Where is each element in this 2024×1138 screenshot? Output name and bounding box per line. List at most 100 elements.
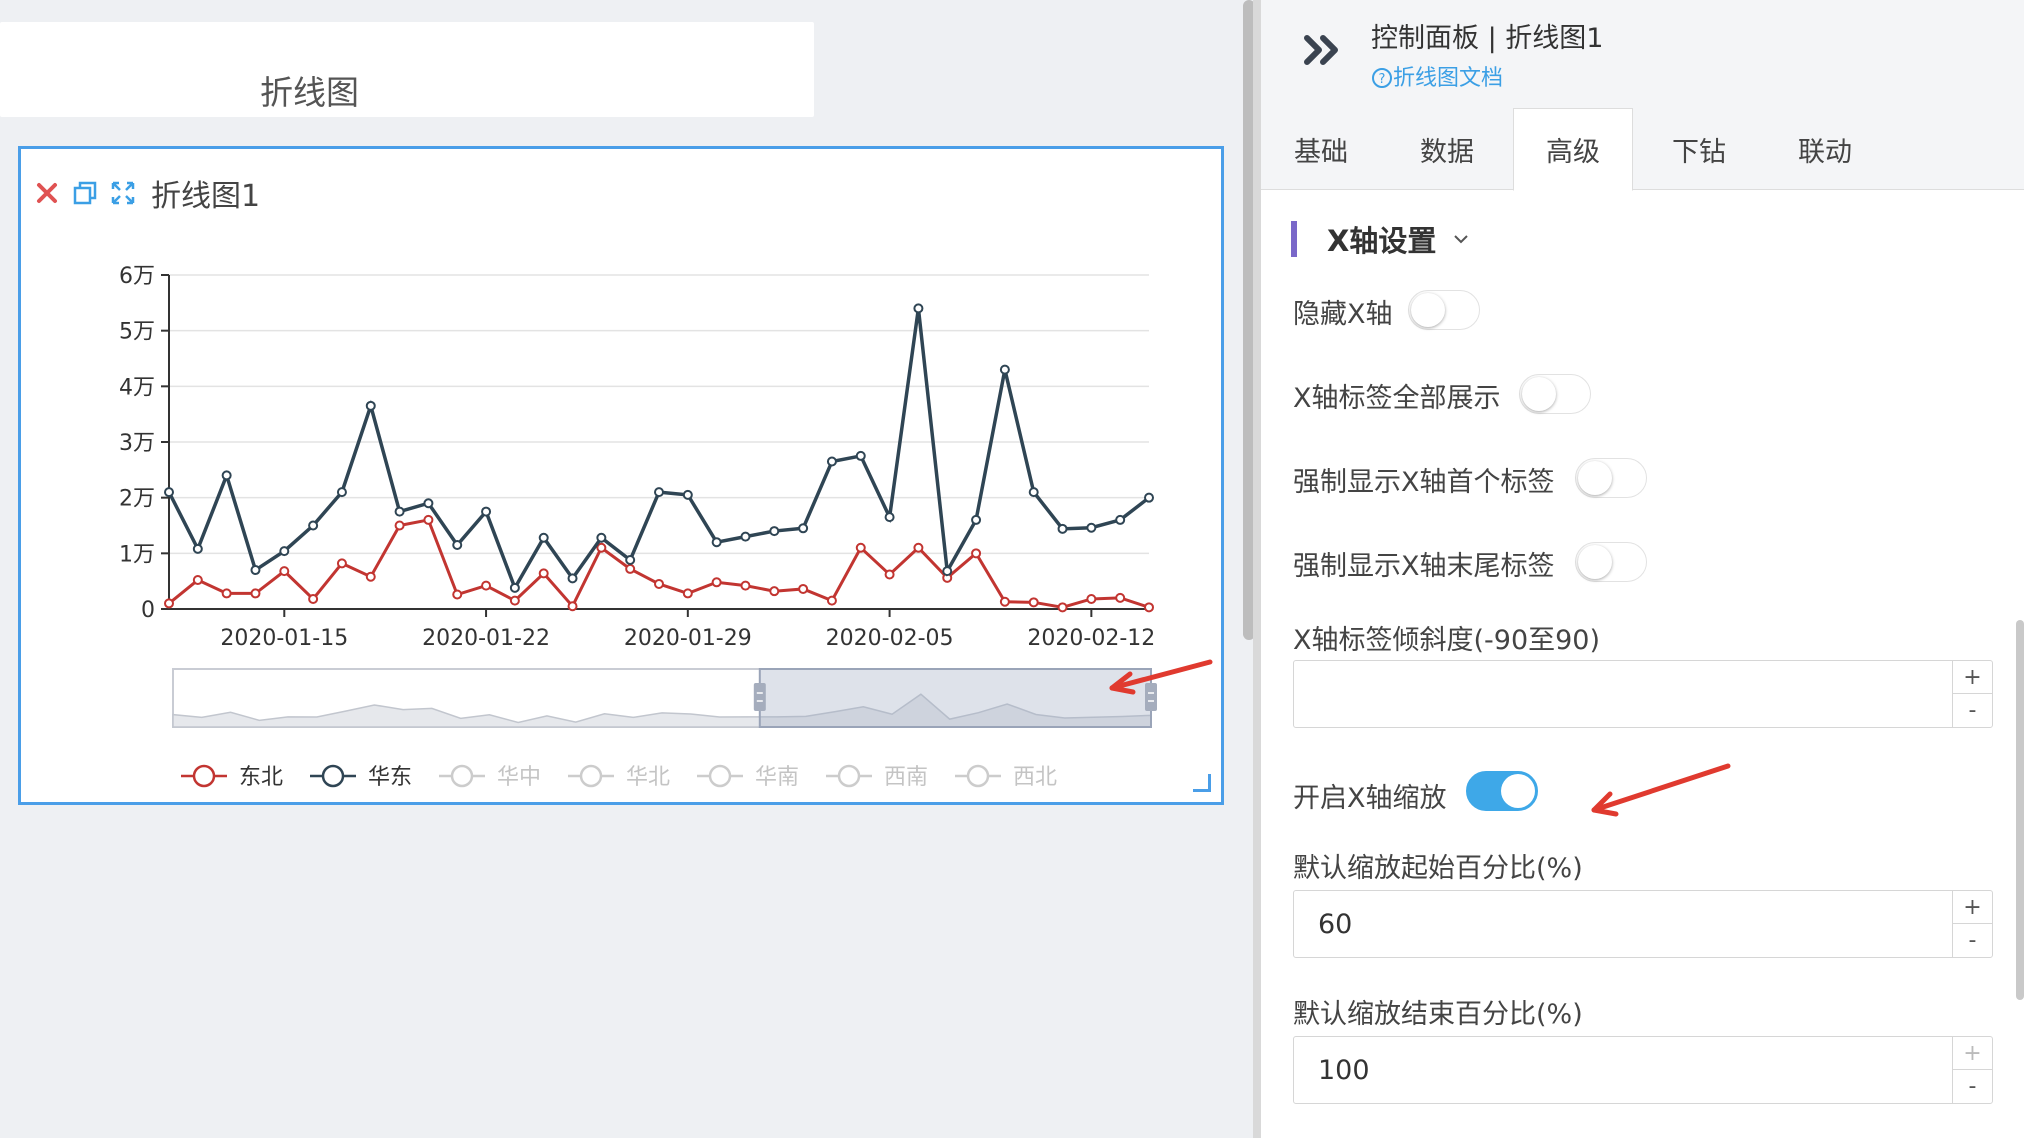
data-point (567, 601, 578, 612)
series-line-huadong (167, 308, 1151, 592)
tab-linkage[interactable]: 联动 (1765, 108, 1885, 190)
x-tick-label: 2020-02-05 (826, 626, 954, 651)
doc-link[interactable]: ? 折线图文档 (1371, 60, 1503, 92)
control-panel: 控制面板 | 折线图1 ? 折线图文档 基础 数据 高级 下钻 联动 X轴设置 … (1261, 0, 2024, 1138)
chart-card[interactable]: 折线图1 0 1万 2万 3万 4万 5万 6万 2020-01-15 2020-01-22 20… (18, 146, 1224, 805)
legend-item[interactable]: 华北 (626, 765, 670, 790)
resize-handle[interactable] (1193, 774, 1211, 792)
hide-x-axis-switch[interactable] (1408, 290, 1480, 330)
data-point (452, 589, 463, 600)
legend-marker (708, 764, 732, 788)
label-rotate-input[interactable]: + - (1293, 660, 1993, 728)
data-point (769, 586, 780, 597)
legend-marker (837, 764, 861, 788)
tab-basic[interactable]: 基础 (1261, 108, 1381, 190)
panel-header: 控制面板 | 折线图1 ? 折线图文档 (1261, 0, 2024, 108)
data-point (452, 539, 463, 550)
section-accent-bar (1291, 221, 1297, 257)
data-point (279, 546, 290, 557)
page-title-bar[interactable]: 折线图 (0, 22, 814, 117)
series-line-dongbei (168, 518, 1150, 609)
doc-link-label: 折线图文档 (1393, 66, 1504, 91)
data-point (826, 456, 837, 467)
switch-knob (1501, 774, 1535, 808)
tab-data[interactable]: 数据 (1387, 108, 1507, 190)
page-title: 折线图 (260, 73, 359, 112)
increment-button[interactable]: + (1953, 891, 1992, 924)
data-point (971, 514, 982, 525)
x-tick-label: 2020-01-22 (422, 626, 550, 651)
switch-knob (1522, 377, 1556, 411)
y-tick-label: 6万 (119, 264, 155, 289)
data-point (221, 588, 232, 599)
y-tick-label: 4万 (119, 375, 155, 400)
legend-marker (966, 764, 990, 788)
data-point (999, 596, 1010, 607)
zoom-start-value: 60 (1318, 909, 1353, 940)
show-all-labels-switch[interactable] (1519, 374, 1591, 414)
legend-marker (192, 764, 216, 788)
data-point (1028, 487, 1039, 498)
legend-item[interactable]: 东北 (239, 765, 283, 790)
data-point (913, 542, 924, 553)
data-point (164, 598, 174, 609)
question-circle-icon: ? (1372, 68, 1392, 88)
data-point (884, 512, 895, 523)
data-point (423, 514, 434, 525)
enable-zoom-switch[interactable] (1466, 771, 1538, 811)
annotation-arrow-icon (1109, 659, 1213, 695)
data-point (1086, 593, 1097, 604)
decrement-button[interactable]: - (1953, 694, 1992, 727)
data-point (625, 555, 636, 566)
data-point (192, 543, 203, 554)
zoom-start-input[interactable]: 60 + - (1293, 890, 1993, 958)
zoom-end-stepper: + - (1952, 1037, 1992, 1103)
zoom-start-label: 默认缩放起始百分比(%) (1293, 853, 1583, 884)
zoom-slider-selection (758, 668, 1152, 728)
zoom-start-stepper: + - (1952, 891, 1992, 957)
data-point (1144, 602, 1154, 613)
data-point (798, 583, 809, 594)
data-point (279, 566, 290, 577)
data-point (1057, 523, 1068, 534)
zoom-end-input[interactable]: 100 + - (1293, 1036, 1993, 1104)
zoom-end-value: 100 (1318, 1055, 1370, 1086)
svg-text:?: ? (1379, 72, 1386, 87)
data-point (221, 470, 232, 481)
decrement-button[interactable]: - (1953, 924, 1992, 957)
force-first-label-switch[interactable] (1575, 458, 1647, 498)
data-point (1115, 592, 1126, 603)
y-tick-label: 3万 (119, 431, 155, 456)
data-point (654, 578, 664, 589)
decrement-button[interactable]: - (1953, 1070, 1992, 1103)
legend-item[interactable]: 华中 (497, 765, 541, 790)
panel-scrollbar[interactable] (2016, 620, 2024, 1000)
data-point (365, 400, 376, 411)
annotation-arrow-icon (1591, 763, 1731, 817)
force-last-label-switch[interactable] (1575, 542, 1647, 582)
data-point (826, 595, 837, 606)
tab-advanced[interactable]: 高级 (1513, 108, 1633, 191)
tab-drilldown[interactable]: 下钻 (1639, 108, 1759, 190)
zoom-start-handle[interactable] (753, 683, 766, 711)
data-point (971, 548, 982, 559)
data-point (250, 588, 261, 599)
legend-item[interactable]: 西南 (884, 765, 928, 790)
legend-item[interactable]: 华南 (755, 765, 799, 790)
x-axis-section-header[interactable]: X轴设置 (1291, 220, 1470, 258)
zoom-end-label: 默认缩放结束百分比(%) (1293, 999, 1583, 1030)
data-point (1086, 522, 1097, 533)
x-tick-label: 2020-01-15 (220, 626, 348, 651)
data-point (509, 582, 520, 593)
double-chevron-right-icon[interactable] (1301, 28, 1345, 72)
data-point (308, 593, 319, 604)
legend-item[interactable]: 西北 (1013, 765, 1057, 790)
increment-button[interactable]: + (1953, 661, 1992, 694)
data-point (250, 565, 261, 576)
y-tick-label: 2万 (119, 487, 155, 512)
data-point (1028, 597, 1039, 608)
legend-item[interactable]: 华东 (368, 765, 412, 790)
increment-button[interactable]: + (1953, 1037, 1992, 1070)
data-point (538, 532, 549, 543)
label-rotate-label: X轴标签倾斜度(-90至90) (1293, 625, 1601, 656)
